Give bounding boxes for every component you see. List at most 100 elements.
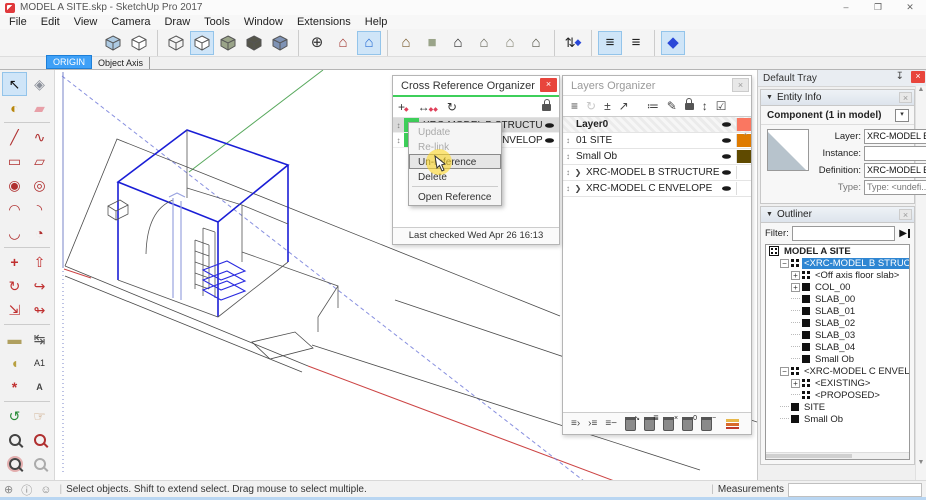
tray-scroll-up-icon[interactable]: ▲ (916, 86, 926, 93)
menu-tools[interactable]: Tools (197, 15, 237, 29)
offset-tool[interactable]: ↬ (27, 298, 52, 322)
outliner-item[interactable]: SLAB_03 (766, 329, 909, 341)
display-section-fill-button[interactable]: ⌂ (357, 31, 381, 55)
menu-draw[interactable]: Draw (157, 15, 197, 29)
display-section-cuts-button[interactable]: ⌂ (331, 31, 355, 55)
collapse-list-button[interactable]: ≡− (605, 419, 617, 429)
add-reference-button[interactable]: +◆ (398, 101, 409, 113)
circle-tool[interactable]: ◉ (2, 173, 27, 197)
refresh-references-button[interactable]: ↻ (447, 101, 457, 113)
layers-scrollbar[interactable]: ⌃ (740, 132, 751, 162)
context-menu-item-open-reference[interactable]: Open Reference (409, 189, 501, 204)
organizer-list-1-button[interactable]: ≡ (598, 31, 622, 55)
paint-bucket-tool[interactable]: ◐ (2, 96, 27, 120)
x-ray-button[interactable] (101, 31, 125, 55)
layers-dialog-title[interactable]: Layers Organizer × (563, 76, 751, 95)
context-menu-item-un-reference[interactable]: Un-reference (409, 154, 501, 169)
collapse-box-icon[interactable]: − (780, 367, 789, 376)
credits-status-icon[interactable]: ⓘ (21, 482, 32, 498)
collapse-box-icon[interactable]: − (780, 259, 789, 268)
outliner-item[interactable]: SITE (766, 401, 909, 413)
refresh-layers-button[interactable]: ↻ (586, 100, 596, 112)
outliner-item[interactable]: MODEL A SITE (766, 245, 909, 257)
outliner-hscrollbar[interactable] (766, 452, 909, 459)
shaded-with-textures-button[interactable] (242, 31, 266, 55)
shaded-button[interactable] (216, 31, 240, 55)
eye-icon[interactable] (722, 154, 731, 159)
outliner-item[interactable]: Small Ob (766, 353, 909, 365)
polygon-tool[interactable]: ◎ (27, 173, 52, 197)
layer-dropdown[interactable]: XRC-MODEL B S (864, 129, 926, 144)
make-component-tool[interactable]: ◈ (27, 72, 52, 96)
row-handle-icon[interactable]: ↕ (563, 184, 573, 193)
expand-box-icon[interactable]: + (791, 271, 800, 280)
delete-layer-button[interactable]: × (663, 417, 674, 431)
move-layer-button[interactable]: ↕ (702, 100, 708, 112)
organizer-list-2-button[interactable]: ≡ (624, 31, 648, 55)
layer-row[interactable]: ↕❯XRC-MODEL C ENVELOPE (563, 181, 751, 197)
entity-info-close-button[interactable]: × (899, 92, 912, 103)
xref-diamond-tool-button[interactable]: ◆ (661, 31, 685, 55)
zoom-window-tool[interactable] (27, 428, 52, 452)
menu-file[interactable]: File (2, 15, 34, 29)
previous-view-tool[interactable] (27, 452, 52, 476)
scene-tab-origin[interactable]: ORIGIN (46, 55, 92, 69)
move-to-layer-tool-button[interactable]: ⇅◆ (561, 31, 585, 55)
rotate-tool[interactable]: ↻ (2, 274, 27, 298)
layer-row[interactable]: ↕❯XRC-MODEL B STRUCTURE (563, 165, 751, 181)
view-top-button[interactable]: ■ (420, 31, 444, 55)
eye-icon[interactable] (722, 170, 731, 175)
expand-box-icon[interactable]: + (791, 283, 800, 292)
collapse-triangle-icon[interactable]: ▼ (766, 211, 773, 218)
follow-me-tool[interactable]: ↪ (27, 274, 52, 298)
menu-window[interactable]: Window (237, 15, 290, 29)
rectangle-tool[interactable]: ▭ (2, 149, 27, 173)
axes-tool[interactable]: * (2, 375, 27, 399)
purge-minus-button[interactable]: − (701, 417, 712, 431)
layers-close-button[interactable]: × (732, 78, 749, 92)
view-front-button[interactable]: ⌂ (446, 31, 470, 55)
three-d-text-tool[interactable]: A (27, 375, 52, 399)
collapse-triangle-icon[interactable]: ▼ (766, 94, 773, 101)
layer-row[interactable]: ↕01 SITE (563, 133, 751, 149)
pie-tool[interactable]: ◔ (27, 221, 52, 245)
menu-view[interactable]: View (67, 15, 105, 29)
text-tool[interactable]: A1 (27, 351, 52, 375)
filter-icon[interactable]: ▶ (899, 228, 910, 239)
select-all-layers-button[interactable]: ☑ (716, 100, 727, 112)
add-remove-layer-button[interactable]: ± (604, 100, 611, 112)
scale-tool[interactable]: ⇲ (2, 298, 27, 322)
toggle-details-icon[interactable]: ▾ (895, 109, 909, 122)
expand-arrow-icon[interactable]: ❯ (573, 168, 583, 177)
three-point-arc-tool[interactable]: ◡ (2, 221, 27, 245)
orbit-tool[interactable]: ↺ (2, 404, 27, 428)
outliner-item[interactable]: +COL_00 (766, 281, 909, 293)
outliner-item[interactable]: +<Off axis floor slab> (766, 269, 909, 281)
minimize-button[interactable]: – (830, 0, 862, 15)
maximize-button[interactable]: ❐ (862, 0, 894, 15)
sign-in-status-icon[interactable]: ☺ (40, 484, 51, 496)
dimension-tool[interactable]: ↹ (27, 327, 52, 351)
row-handle-icon[interactable]: ↕ (393, 136, 404, 145)
instance-input[interactable] (864, 146, 926, 161)
row-handle-icon[interactable]: ↕ (393, 121, 404, 130)
expand-arrow-icon[interactable]: ❯ (573, 184, 583, 193)
tray-close-button[interactable]: × (911, 71, 925, 83)
wireframe-button[interactable] (164, 31, 188, 55)
close-button[interactable]: ✕ (894, 0, 926, 15)
purge-to-trash-button[interactable]: ↘ (625, 417, 636, 431)
outliner-item[interactable]: +<EXISTING> (766, 377, 909, 389)
hide-other-layers-button[interactable]: ›≡ (588, 419, 597, 429)
pin-icon[interactable]: ↧ (896, 71, 904, 82)
zoom-extents-tool[interactable] (2, 452, 27, 476)
layer-color-swatch[interactable] (736, 118, 751, 131)
menu-help[interactable]: Help (358, 15, 395, 29)
move-tool[interactable]: + (2, 250, 27, 274)
rename-layer-button[interactable]: ✎ (667, 100, 677, 112)
lock-icon[interactable] (542, 104, 551, 111)
purge-grid-button[interactable]: ≣ (644, 417, 655, 431)
scene-tab-object-axis[interactable]: Object Axis (92, 57, 150, 69)
layer-row[interactable]: ↕Small Ob (563, 149, 751, 165)
arc-tool[interactable]: ◠ (2, 197, 27, 221)
eye-icon[interactable] (545, 123, 554, 128)
